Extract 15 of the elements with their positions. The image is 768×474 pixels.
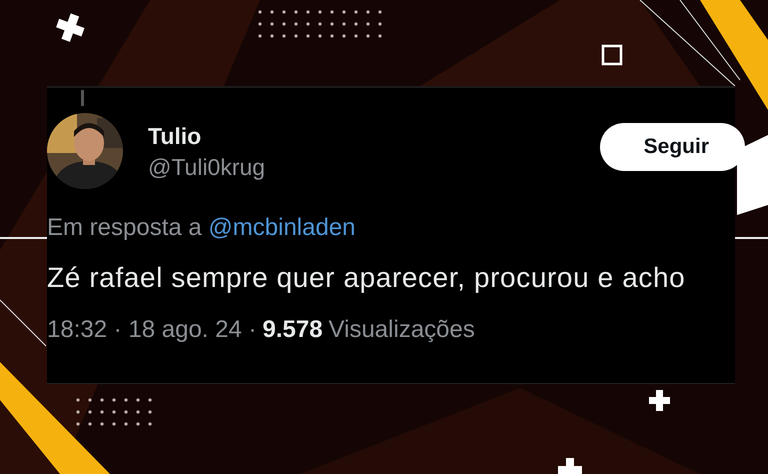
tweet-text: Zé rafael sempre quer aparecer, procurou e acho	[47, 262, 686, 294]
horizontal-line	[0, 237, 47, 239]
user-name: Tulio	[148, 123, 202, 150]
mention-link[interactable]: @mcbinladen	[208, 214, 356, 241]
views-count: 9.578	[262, 316, 323, 344]
horizontal-line	[735, 237, 768, 239]
plus-icon	[56, 13, 85, 42]
plus-icon	[558, 458, 582, 474]
views-label: Visualizações	[328, 316, 475, 344]
tweet-timestamp: 18:32 · 18 ago. 24 ·	[47, 316, 256, 344]
user-handle: @Tuli0krug	[148, 154, 266, 181]
plus-icon	[649, 390, 670, 411]
diagonal-line	[0, 300, 46, 346]
square-outline	[602, 44, 622, 66]
reply-label: Em resposta a	[47, 214, 202, 241]
